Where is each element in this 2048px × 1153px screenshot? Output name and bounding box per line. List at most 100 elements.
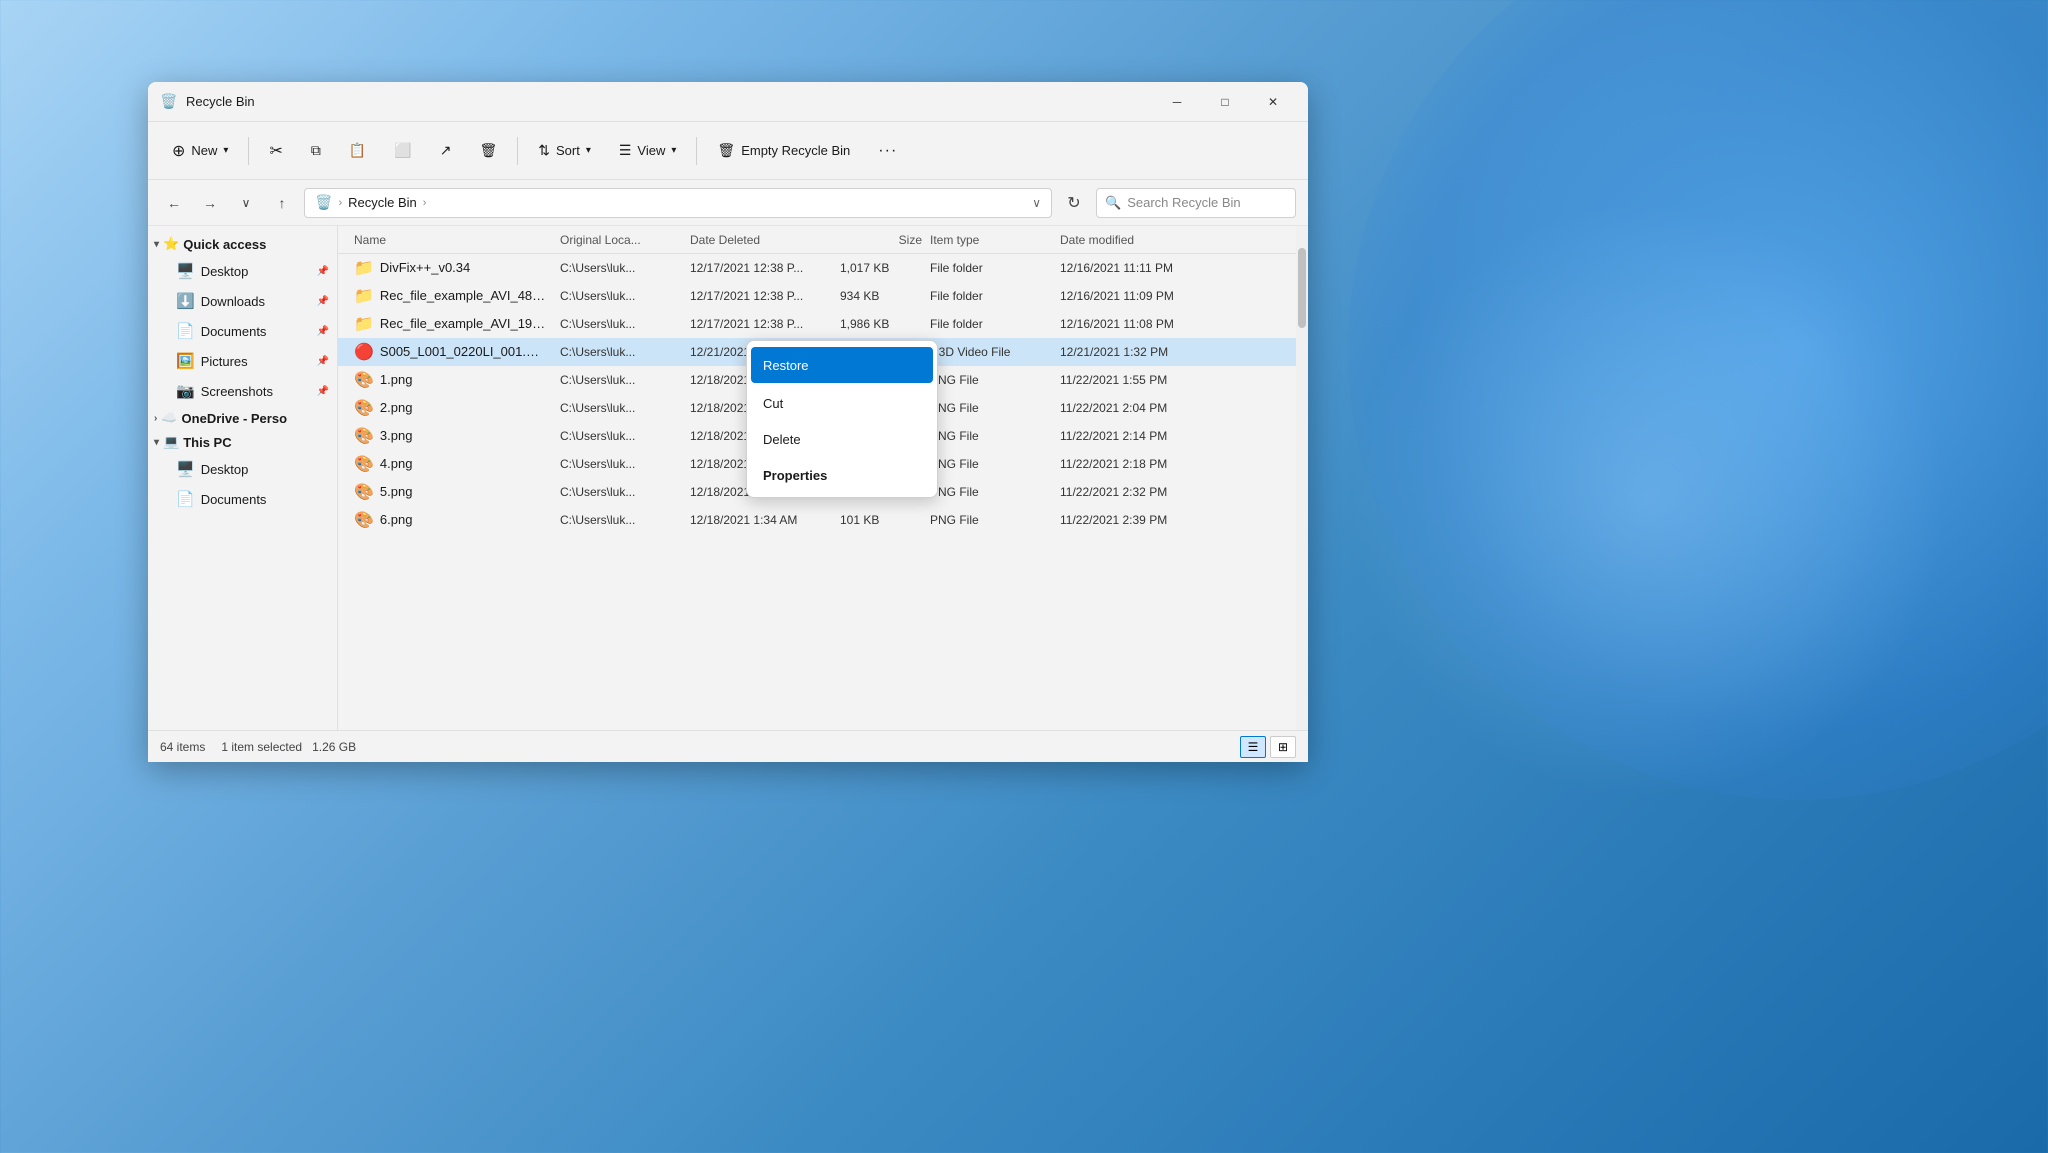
window-controls: ─ □ ✕ (1154, 86, 1296, 118)
table-row[interactable]: 📁DivFix++_v0.34C:\Users\luk...12/17/2021… (338, 254, 1308, 282)
forward-button[interactable]: → (196, 189, 224, 217)
toolbar-separator-3 (696, 137, 697, 165)
file-list-header: Name Original Loca... Date Deleted Size … (338, 226, 1308, 254)
status-bar: 64 items 1 item selected 1.26 GB ☰ ⊞ (148, 730, 1308, 762)
breadcrumb-arrow: › (338, 197, 342, 209)
sort-label: Sort (556, 143, 580, 158)
minimize-button[interactable]: ─ (1154, 86, 1200, 118)
refresh-button[interactable]: ↻ (1060, 189, 1088, 217)
delete-button[interactable]: 🗑 (467, 133, 509, 169)
file-name: 5.png (380, 484, 413, 499)
toolbar-separator-2 (517, 137, 518, 165)
share-button[interactable]: ↗ (428, 133, 464, 169)
file-name: DivFix++_v0.34 (380, 260, 470, 275)
expand-button[interactable]: ∨ (232, 189, 260, 217)
column-header-original[interactable]: Original Loca... (556, 233, 686, 247)
file-cell: 934 KB (836, 289, 926, 303)
file-icon: 🔴 (354, 342, 374, 362)
file-cell: 12/21/2021 1:32 PM (1056, 345, 1216, 359)
this-pc-children: 🖥️ Desktop 📄 Documents (148, 454, 337, 514)
table-row[interactable]: 🎨6.pngC:\Users\luk...12/18/2021 1:34 AM1… (338, 506, 1308, 534)
file-icon: 🎨 (354, 482, 374, 502)
file-cell: PNG File (926, 373, 1056, 387)
window-title: Recycle Bin (186, 94, 1154, 109)
view-button[interactable]: ☰ View ▾ (607, 133, 689, 169)
more-options-button[interactable]: ··· (866, 133, 909, 169)
new-button[interactable]: ⊕ New ▾ (160, 133, 240, 169)
file-icon: 🎨 (354, 426, 374, 446)
file-name: 6.png (380, 512, 413, 527)
selected-info: 1 item selected 1.26 GB (221, 740, 356, 754)
column-header-name[interactable]: Name (346, 233, 556, 247)
file-icon: 📁 (354, 314, 374, 334)
onedrive-icon: ☁️ (161, 410, 177, 426)
address-chevron-icon[interactable]: ∨ (1032, 196, 1041, 210)
up-icon: ↑ (279, 195, 286, 211)
copy-icon: ⧉ (311, 142, 321, 159)
column-header-size[interactable]: Size (836, 233, 926, 247)
file-name: 2.png (380, 400, 413, 415)
file-cell: 12/16/2021 11:09 PM (1056, 289, 1216, 303)
sidebar-item-this-pc-desktop[interactable]: 🖥️ Desktop (168, 454, 337, 484)
paste-button[interactable]: 📋 (337, 133, 378, 169)
rename-icon: ⬜ (394, 142, 411, 159)
file-name: Rec_file_example_AVI_192... (380, 316, 548, 331)
back-button[interactable]: ← (160, 189, 188, 217)
empty-bin-label: Empty Recycle Bin (741, 143, 850, 158)
maximize-button[interactable]: □ (1202, 86, 1248, 118)
documents-icon: 📄 (176, 322, 195, 340)
sidebar-item-pictures[interactable]: 🖼️ Pictures (168, 346, 337, 376)
scrollbar-thumb[interactable] (1298, 248, 1306, 328)
empty-bin-icon: 🗑 (717, 142, 735, 159)
delete-icon: 🗑 (479, 142, 497, 159)
file-cell: 11/22/2021 2:32 PM (1056, 485, 1216, 499)
sidebar-group-quick-access[interactable]: ▾ ⭐ Quick access (148, 232, 337, 256)
file-cell: 101 KB (836, 513, 926, 527)
quick-access-label: Quick access (183, 237, 266, 252)
file-icon: 🎨 (354, 510, 374, 530)
sidebar-item-downloads[interactable]: ⬇️ Downloads (168, 286, 337, 316)
file-cell: File folder (926, 261, 1056, 275)
cut-button[interactable]: ✂ (257, 133, 294, 169)
address-input[interactable]: 🗑️ › Recycle Bin › ∨ (304, 188, 1052, 218)
column-header-deleted[interactable]: Date Deleted (686, 233, 836, 247)
new-icon: ⊕ (172, 141, 185, 161)
sidebar-item-documents[interactable]: 📄 Documents (168, 316, 337, 346)
sidebar-item-screenshots[interactable]: 📷 Screenshots (168, 376, 337, 406)
scrollbar-track[interactable] (1296, 226, 1308, 730)
context-menu-restore[interactable]: Restore (751, 347, 933, 383)
context-menu-delete[interactable]: Delete (747, 421, 937, 457)
context-menu: Restore Cut Delete Properties (746, 340, 938, 498)
empty-recycle-bin-button[interactable]: 🗑 Empty Recycle Bin (705, 133, 862, 169)
breadcrumb-path: Recycle Bin (348, 195, 417, 210)
file-icon: 🎨 (354, 370, 374, 390)
sidebar-group-this-pc[interactable]: ▾ 💻 This PC (148, 430, 337, 454)
context-menu-properties[interactable]: Properties (747, 457, 937, 493)
sort-button[interactable]: ⇅ Sort ▾ (526, 133, 603, 169)
file-cell: PNG File (926, 485, 1056, 499)
file-cell: 12/16/2021 11:11 PM (1056, 261, 1216, 275)
table-row[interactable]: 📁Rec_file_example_AVI_480...C:\Users\luk… (338, 282, 1308, 310)
search-box[interactable]: 🔍 Search Recycle Bin (1096, 188, 1296, 218)
this-pc-desktop-icon: 🖥️ (176, 460, 195, 478)
file-cell: 12/16/2021 11:08 PM (1056, 317, 1216, 331)
sidebar-group-onedrive[interactable]: › ☁️ OneDrive - Perso (148, 406, 337, 430)
breadcrumb-arrow2: › (423, 197, 427, 209)
list-view-button[interactable]: ☰ (1240, 736, 1266, 758)
sidebar-item-desktop[interactable]: 🖥️ Desktop (168, 256, 337, 286)
rename-button[interactable]: ⬜ (382, 133, 423, 169)
up-button[interactable]: ↑ (268, 189, 296, 217)
table-row[interactable]: 📁Rec_file_example_AVI_192...C:\Users\luk… (338, 310, 1308, 338)
grid-view-button[interactable]: ⊞ (1270, 736, 1296, 758)
file-cell: C:\Users\luk... (556, 485, 686, 499)
sidebar-item-this-pc-documents[interactable]: 📄 Documents (168, 484, 337, 514)
toolbar-separator-1 (248, 137, 249, 165)
context-menu-cut[interactable]: Cut (747, 385, 937, 421)
copy-button[interactable]: ⧉ (299, 133, 333, 169)
file-cell: 12/17/2021 12:38 P... (686, 317, 836, 331)
close-button[interactable]: ✕ (1250, 86, 1296, 118)
column-header-type[interactable]: Item type (926, 233, 1056, 247)
column-header-modified[interactable]: Date modified (1056, 233, 1216, 247)
screenshots-label: Screenshots (201, 384, 273, 399)
file-icon: 📁 (354, 286, 374, 306)
